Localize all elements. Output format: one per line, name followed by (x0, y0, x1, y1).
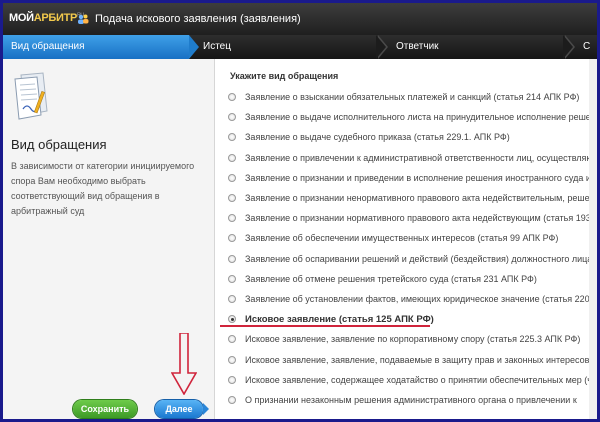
radio-button[interactable] (228, 254, 236, 263)
option-label: Заявление о признании ненормативного пра… (245, 193, 597, 204)
title-bar: МОЙАРБИТРRU Подача искового заявления (з… (3, 3, 597, 35)
document-icon (14, 72, 48, 120)
radio-button[interactable] (228, 173, 236, 182)
appeal-type-option[interactable]: Заявление о выдаче исполнительного листа… (228, 107, 597, 127)
users-icon (78, 14, 89, 24)
appeal-type-option[interactable]: Заявление о признании нормативного право… (228, 208, 597, 228)
step-separator (376, 35, 388, 59)
radio-button[interactable] (228, 335, 236, 344)
appeal-type-option[interactable]: Заявление об обеспечении имущественных и… (228, 228, 597, 248)
option-label: Заявление об оспаривании решений и дейст… (245, 253, 597, 264)
radio-button[interactable] (228, 375, 236, 384)
appeal-type-option[interactable]: Заявление о признании и приведении в исп… (228, 168, 597, 188)
option-label: О признании незаконным решения администр… (245, 394, 577, 405)
option-label: Заявление о привлечении к административн… (245, 152, 597, 163)
section-description: В зависимости от категории инициируемого… (11, 161, 195, 216)
radio-button[interactable] (228, 294, 236, 303)
appeal-type-option[interactable]: Заявление о взыскании обязательных плате… (228, 87, 597, 107)
appeal-type-option[interactable]: О признании незаконным решения администр… (228, 390, 597, 410)
appeal-type-options: Заявление о взыскании обязательных плате… (228, 87, 597, 410)
option-label: Заявление о взыскании обязательных плате… (245, 92, 580, 103)
radio-button[interactable] (228, 315, 236, 324)
radio-button[interactable] (228, 113, 236, 122)
option-label: Исковое заявление, содержащее ходатайств… (245, 374, 597, 385)
radio-button[interactable] (228, 194, 236, 203)
appeal-type-option[interactable]: Исковое заявление, заявление по корпорат… (228, 329, 597, 349)
scrollbar[interactable] (589, 59, 597, 419)
radio-button[interactable] (228, 274, 236, 283)
option-label: Заявление о выдаче исполнительного листа… (245, 112, 597, 123)
app-logo: МОЙАРБИТРRU (9, 12, 84, 24)
radio-button[interactable] (228, 395, 236, 404)
option-label: Заявление об отмене решения третейского … (245, 273, 537, 284)
appeal-type-option[interactable]: Исковое заявление, заявление, подаваемые… (228, 349, 597, 369)
window-title: Подача искового заявления (заявления) (95, 13, 301, 25)
option-label: Заявление о признании и приведении в исп… (245, 172, 597, 183)
next-button[interactable]: Далее (155, 400, 209, 418)
highlight-underline (220, 325, 430, 327)
option-label: Исковое заявление (статья 125 АПК РФ) (245, 313, 434, 325)
save-button[interactable]: Сохранить (73, 400, 137, 418)
radio-button[interactable] (228, 153, 236, 162)
appeal-type-option[interactable]: Заявление об установлении фактов, имеющи… (228, 289, 597, 309)
appeal-type-option[interactable]: Заявление о выдаче судебного приказа (ст… (228, 127, 597, 147)
appeal-type-option[interactable]: Заявление о признании ненормативного пра… (228, 188, 597, 208)
appeal-type-option[interactable]: Заявление об оспаривании решений и дейст… (228, 249, 597, 269)
app-window: МОЙАРБИТРRU Подача искового заявления (з… (0, 0, 600, 422)
step-plaintiff[interactable]: Истец (203, 35, 231, 59)
radio-button[interactable] (228, 133, 236, 142)
right-panel: Укажите вид обращения Заявление о взыска… (216, 59, 597, 419)
radio-button[interactable] (228, 93, 236, 102)
step-type[interactable]: Вид обращения (3, 35, 199, 59)
arrow-down-icon (171, 333, 197, 395)
radio-button[interactable] (228, 355, 236, 364)
option-label: Исковое заявление, заявление, подаваемые… (245, 354, 597, 365)
step-defendant[interactable]: Ответчик (396, 35, 439, 59)
appeal-type-option[interactable]: Заявление об отмене решения третейского … (228, 269, 597, 289)
appeal-type-option[interactable]: Исковое заявление, содержащее ходатайств… (228, 370, 597, 390)
option-label: Заявление о выдаче судебного приказа (ст… (245, 132, 510, 143)
option-label: Заявление об установлении фактов, имеющи… (245, 293, 597, 304)
step-next-partial[interactable]: С (583, 35, 590, 59)
options-heading: Укажите вид обращения (230, 71, 339, 81)
wizard-steps: Вид обращения Истец Ответчик С (3, 35, 597, 59)
option-label: Заявление о признании нормативного право… (245, 213, 597, 224)
option-label: Заявление об обеспечении имущественных и… (245, 233, 559, 244)
step-separator (563, 35, 575, 59)
radio-button[interactable] (228, 234, 236, 243)
section-title: Вид обращения (11, 137, 107, 152)
option-label: Исковое заявление, заявление по корпорат… (245, 334, 581, 345)
radio-button[interactable] (228, 214, 236, 223)
appeal-type-option[interactable]: Заявление о привлечении к административн… (228, 148, 597, 168)
